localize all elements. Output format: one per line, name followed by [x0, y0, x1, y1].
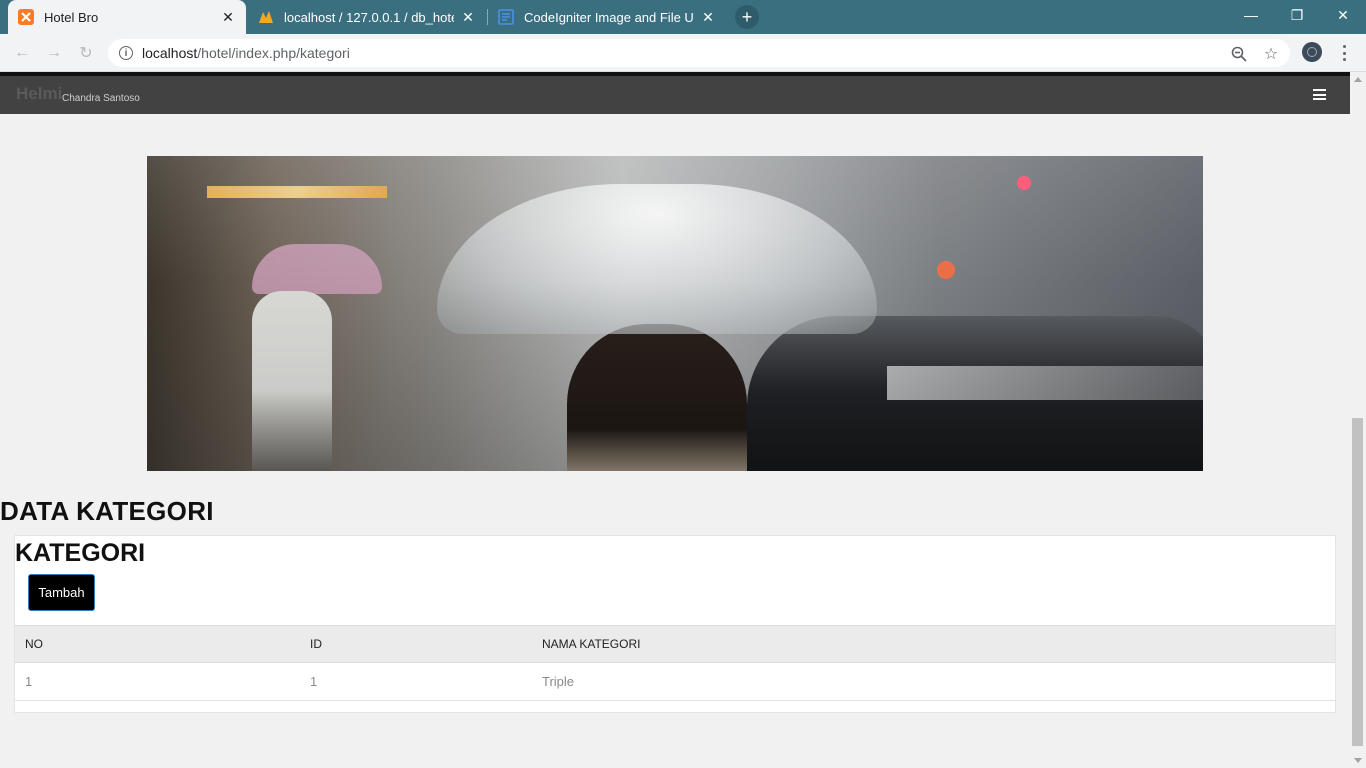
column-header-id[interactable]: ID	[300, 625, 532, 663]
phpmyadmin-icon	[258, 9, 274, 25]
scroll-down-arrow-icon[interactable]	[1354, 758, 1362, 763]
url-text[interactable]: localhost/hotel/index.php/kategori	[142, 45, 350, 61]
tab-title: CodeIgniter Image and File Uplo	[524, 9, 694, 25]
url-path: /hotel/index.php/kategori	[197, 45, 350, 61]
scroll-up-arrow-icon[interactable]	[1354, 77, 1362, 82]
reload-icon[interactable]: ↻	[74, 42, 98, 64]
document-icon	[498, 9, 514, 25]
cell-no: 1	[15, 662, 300, 701]
close-tab-icon[interactable]: ✕	[220, 9, 236, 25]
restore-button[interactable]: ❐	[1274, 0, 1320, 30]
url-host: localhost	[142, 45, 198, 61]
page-viewport: Helmi Chandra Santoso DATA KATEGORI KATE…	[0, 72, 1350, 768]
bookmark-star-icon[interactable]: ☆	[1262, 46, 1280, 63]
tab-title: localhost / 127.0.0.1 / db_hotel /	[284, 9, 454, 25]
site-navbar: Helmi Chandra Santoso	[0, 72, 1350, 114]
zoom-icon[interactable]	[1230, 46, 1248, 62]
page-title: DATA KATEGORI	[0, 496, 214, 526]
cell-id: 1	[300, 662, 532, 701]
browser-menu-icon[interactable]	[1335, 43, 1353, 63]
brand-subtitle: Chandra Santoso	[62, 93, 140, 104]
table-header-row: NO ID NAMA KATEGORI	[15, 625, 1335, 663]
scrollbar-thumb[interactable]	[1352, 418, 1363, 746]
kategori-card: KATEGORI Tambah NO ID NAMA KATEGORI 1 1 …	[14, 535, 1336, 713]
close-window-button[interactable]: ✕	[1320, 0, 1366, 30]
brand-name[interactable]: Helmi	[16, 84, 62, 104]
browser-tabstrip: Hotel Bro ✕ localhost / 127.0.0.1 / db_h…	[0, 0, 1366, 34]
table-row: 1 1 Triple	[15, 662, 1335, 701]
forward-arrow-icon[interactable]: →	[42, 42, 66, 64]
hamburger-menu-icon[interactable]	[1313, 89, 1326, 100]
category-table: NO ID NAMA KATEGORI 1 1 Triple	[15, 625, 1335, 701]
page-scrollbar[interactable]	[1350, 72, 1366, 768]
new-tab-button[interactable]: +	[735, 5, 759, 29]
card-title: KATEGORI	[15, 539, 146, 567]
column-header-nama-kategori[interactable]: NAMA KATEGORI	[532, 625, 1335, 663]
tab-codeigniter[interactable]: CodeIgniter Image and File Uplo ✕	[488, 0, 726, 34]
site-info-icon[interactable]: i	[119, 46, 133, 60]
close-tab-icon[interactable]: ✕	[700, 9, 716, 25]
xampp-icon	[18, 9, 34, 25]
cell-nama-kategori: Triple	[532, 662, 1335, 701]
column-header-no[interactable]: NO	[15, 625, 300, 663]
close-tab-icon[interactable]: ✕	[460, 9, 476, 25]
tab-phpmyadmin[interactable]: localhost / 127.0.0.1 / db_hotel / ✕	[248, 0, 486, 34]
minimize-button[interactable]: —	[1228, 0, 1274, 30]
profile-avatar[interactable]	[1302, 42, 1322, 62]
browser-toolbar: ← → ↻ i localhost/hotel/index.php/katego…	[0, 34, 1366, 72]
add-category-button[interactable]: Tambah	[28, 574, 95, 611]
tab-hotel-bro[interactable]: Hotel Bro ✕	[8, 0, 246, 34]
back-arrow-icon[interactable]: ←	[10, 42, 34, 64]
hero-image	[147, 156, 1203, 471]
address-bar[interactable]: i localhost/hotel/index.php/kategori ☆	[108, 39, 1290, 67]
tab-title: Hotel Bro	[44, 9, 99, 25]
